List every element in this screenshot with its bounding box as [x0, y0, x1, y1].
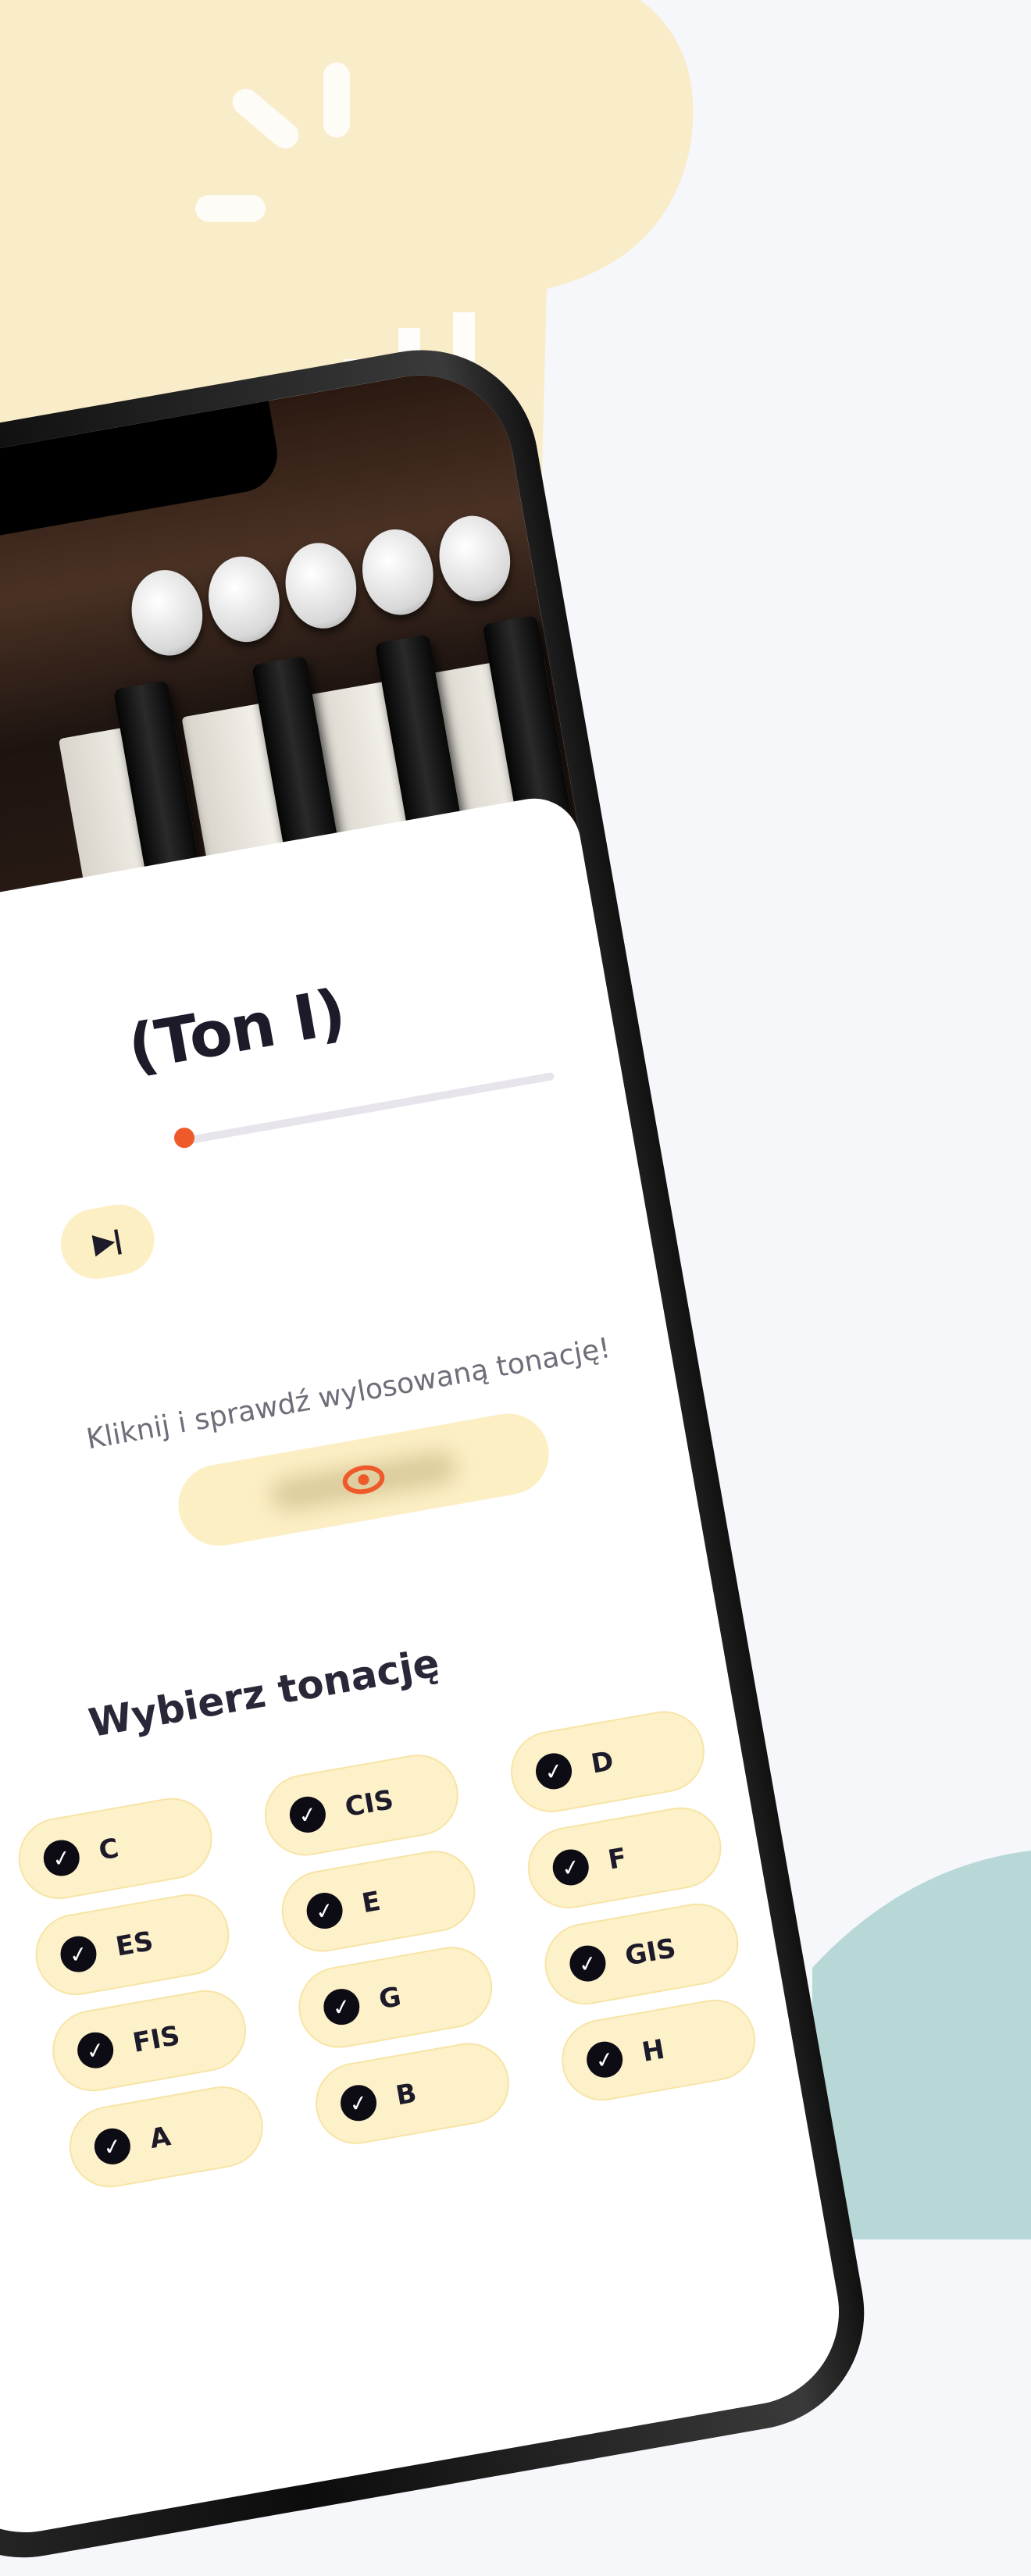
key-option-label: F — [605, 1842, 630, 1876]
check-icon: ✓ — [533, 1750, 575, 1793]
key-option-label: ES — [113, 1926, 156, 1963]
key-option-chip[interactable]: ✓ ES — [29, 1887, 236, 2002]
key-option-label: CIS — [342, 1783, 396, 1824]
check-icon: ✓ — [91, 2125, 134, 2168]
key-option-chip[interactable]: ✓ D — [504, 1705, 712, 1819]
organ-stop-knob — [202, 550, 287, 648]
skip-next-button[interactable]: ▶| — [55, 1199, 160, 1285]
key-option-label: A — [147, 2121, 173, 2155]
check-icon: ✓ — [74, 2029, 116, 2072]
key-option-chip[interactable]: ✓ E — [275, 1844, 482, 1958]
key-option-chip[interactable]: ✓ F — [521, 1801, 728, 1915]
organ-stop-knob — [278, 537, 363, 635]
key-option-label: C — [96, 1832, 122, 1867]
page-title: (Ton I) — [123, 974, 351, 1085]
key-option-chip[interactable]: ✓ G — [292, 1940, 499, 2054]
key-option-chip[interactable]: ✓ C — [12, 1791, 219, 1906]
check-icon: ✓ — [320, 1986, 362, 2028]
key-option-chip[interactable]: ✓ B — [309, 2036, 516, 2151]
check-icon: ✓ — [337, 2082, 380, 2124]
key-option-label: D — [588, 1745, 616, 1780]
organ-stop-knob — [125, 564, 209, 661]
section-title: Wybierz tonację — [85, 1640, 443, 1747]
organ-stop-knob — [432, 510, 517, 607]
check-icon: ✓ — [57, 1933, 100, 1976]
check-icon: ✓ — [583, 2039, 626, 2081]
key-option-chip[interactable]: ✓ CIS — [258, 1748, 465, 1862]
skip-next-icon: ▶| — [91, 1224, 124, 1259]
key-option-label: GIS — [623, 1933, 679, 1972]
check-icon: ✓ — [41, 1837, 83, 1879]
key-option-chip[interactable]: ✓ H — [555, 1993, 762, 2107]
key-option-chip[interactable]: ✓ GIS — [538, 1897, 745, 2011]
check-icon: ✓ — [303, 1890, 346, 1932]
check-icon: ✓ — [287, 1794, 329, 1836]
teal-blob-shape — [812, 1851, 1031, 2239]
key-option-label: E — [359, 1885, 384, 1920]
key-option-chip[interactable]: ✓ FIS — [45, 1983, 253, 2098]
audio-progress-thumb[interactable] — [172, 1126, 197, 1150]
check-icon: ✓ — [550, 1846, 592, 1889]
key-option-label: B — [393, 2077, 419, 2112]
check-icon: ✓ — [566, 1942, 609, 1985]
key-option-label: FIS — [130, 2020, 183, 2059]
organ-stop-knob — [355, 523, 441, 621]
key-option-label: G — [376, 1981, 404, 2016]
key-option-chip[interactable]: ✓ A — [62, 2079, 269, 2194]
audio-progress-track[interactable] — [184, 1071, 555, 1145]
key-option-label: H — [639, 2033, 667, 2068]
